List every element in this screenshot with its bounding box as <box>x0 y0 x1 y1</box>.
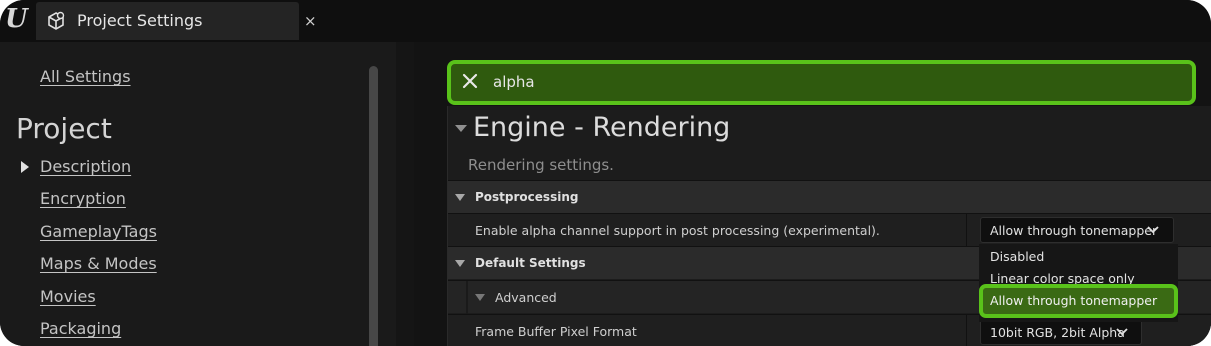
chevron-down-icon <box>455 194 465 201</box>
category-description: Rendering settings. <box>468 156 614 174</box>
group-label: Postprocessing <box>475 190 579 204</box>
sidebar-item-gameplaytags[interactable]: GameplayTags <box>40 222 157 241</box>
sidebar-scrollbar[interactable] <box>369 66 378 346</box>
chevron-down-icon <box>455 260 465 267</box>
sidebar-section-title: Project <box>16 112 112 145</box>
tab-title: Project Settings <box>77 11 203 30</box>
tab-project-settings[interactable]: Project Settings × <box>36 2 317 40</box>
unreal-logo-icon: U <box>5 4 28 34</box>
advanced-label: Advanced <box>495 290 557 305</box>
property-label: Frame Buffer Pixel Format <box>475 324 637 339</box>
settings-sidebar: All Settings Project Description Encrypt… <box>0 42 396 346</box>
dropdown-option-tonemapper[interactable]: Allow through tonemapper <box>979 284 1178 318</box>
column-divider <box>966 315 967 346</box>
chevron-down-icon <box>1147 226 1159 234</box>
sidebar-item-encryption[interactable]: Encryption <box>40 189 126 208</box>
sidebar-item-description[interactable]: Description <box>40 157 131 176</box>
editor-window: U Project Settings × All Settings Projec… <box>0 0 1211 346</box>
property-label: Enable alpha channel support in post pro… <box>475 223 880 238</box>
column-divider <box>966 214 967 247</box>
title-bar: U Project Settings × <box>0 0 1211 42</box>
collapse-arrow-icon[interactable] <box>455 125 467 132</box>
combo-value: 10bit RGB, 2bit Alpha <box>990 325 1125 340</box>
sidebar-item-packaging[interactable]: Packaging <box>40 319 121 338</box>
all-settings-link[interactable]: All Settings <box>40 67 131 86</box>
group-label: Default Settings <box>475 256 586 270</box>
frame-buffer-combo[interactable]: 10bit RGB, 2bit Alpha <box>980 319 1142 345</box>
indent-guide <box>466 281 468 314</box>
settings-cube-icon <box>48 11 65 30</box>
category-title: Engine - Rendering <box>473 112 731 143</box>
tab-close-button[interactable]: × <box>304 12 317 30</box>
chevron-down-icon <box>475 294 485 301</box>
sidebar-item-maps-modes[interactable]: Maps & Modes <box>40 254 157 273</box>
chevron-down-icon <box>1116 328 1128 336</box>
search-box[interactable] <box>447 60 1196 105</box>
alpha-channel-combo[interactable]: Allow through tonemapper <box>980 217 1174 243</box>
dropdown-option-disabled[interactable]: Disabled <box>990 249 1044 264</box>
selected-arrow-icon <box>21 161 29 173</box>
sidebar-item-movies[interactable]: Movies <box>40 287 96 306</box>
group-postprocessing[interactable]: Postprocessing <box>448 180 1211 213</box>
search-input[interactable] <box>493 69 1183 95</box>
combo-value: Allow through tonemapper <box>990 223 1158 238</box>
dropdown-option-label: Allow through tonemapper <box>990 293 1158 308</box>
close-icon[interactable] <box>461 68 483 90</box>
